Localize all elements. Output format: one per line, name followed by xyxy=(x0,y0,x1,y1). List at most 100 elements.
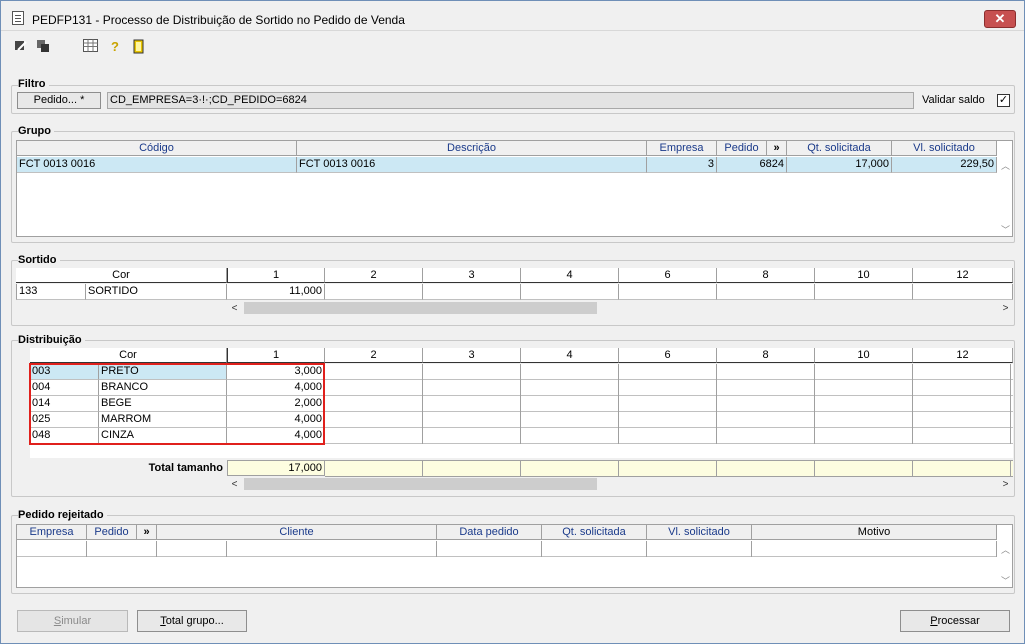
distribuicao-title: Distribuição xyxy=(18,334,85,346)
sortido-v8-cell[interactable] xyxy=(717,284,815,300)
dist-col-8: 8 xyxy=(717,348,815,363)
sortido-scroll-thumb[interactable] xyxy=(244,302,597,314)
sortido-col-4: 4 xyxy=(521,268,619,283)
calendar-grid-icon[interactable] xyxy=(83,39,99,55)
grupo-codigo-cell[interactable]: FCT 0013 0016 xyxy=(17,157,297,173)
grupo-empresa-cell[interactable]: 3 xyxy=(647,157,717,173)
scroll-left-icon[interactable]: < xyxy=(227,477,242,492)
grupo-grid: Código Descrição Empresa Pedido » Qt. so… xyxy=(16,140,1013,237)
col-descricao[interactable]: Descrição xyxy=(297,141,647,156)
close-button[interactable]: ✕ xyxy=(984,10,1016,28)
col-empresa[interactable]: Empresa xyxy=(647,141,717,156)
sortido-col-10: 10 xyxy=(815,268,913,283)
validar-saldo-checkbox[interactable]: ✓ xyxy=(997,94,1010,107)
simular-label: imular xyxy=(61,615,92,627)
rej-col-pedido[interactable]: Pedido xyxy=(87,525,137,540)
sortido-grid: Cor 1 2 3 4 6 8 10 12 133 SORTIDO 11,000… xyxy=(16,268,1013,318)
simular-button[interactable]: Simular xyxy=(17,610,128,632)
document-icon xyxy=(12,11,24,25)
col-pedido[interactable]: Pedido xyxy=(717,141,767,156)
grupo-qt-cell[interactable]: 17,000 xyxy=(787,157,892,173)
processar-button[interactable]: Processar xyxy=(900,610,1010,632)
rej-col-cliente[interactable]: Cliente xyxy=(157,525,437,540)
col-qt-solicitada[interactable]: Qt. solicitada xyxy=(787,141,892,156)
sortido-v1-cell[interactable]: 11,000 xyxy=(227,284,325,300)
arrow-first-icon[interactable] xyxy=(13,39,29,55)
rej-divider xyxy=(646,541,647,557)
scroll-up-icon[interactable]: ︿ xyxy=(998,543,1012,556)
processar-mnemonic: P xyxy=(930,615,938,627)
grupo-title: Grupo xyxy=(18,125,54,137)
rej-col-motivo[interactable]: Motivo xyxy=(752,525,997,540)
rej-col-qt-solicitada[interactable]: Qt. solicitada xyxy=(542,525,647,540)
sortido-v12-cell[interactable] xyxy=(913,284,1013,300)
sortido-col-6: 6 xyxy=(619,268,717,283)
window-title: PEDFP131 - Processo de Distribuição de S… xyxy=(32,13,405,27)
grupo-pedido-cell[interactable]: 6824 xyxy=(717,157,787,173)
col-codigo[interactable]: Código xyxy=(17,141,297,156)
sortido-col-12: 12 xyxy=(913,268,1013,283)
total-v1-cell: 17,000 xyxy=(227,460,325,476)
scroll-down-icon[interactable]: ﹀ xyxy=(998,574,1012,587)
col-vl-solicitado[interactable]: Vl. solicitado xyxy=(892,141,997,156)
scroll-down-icon[interactable]: ﹀ xyxy=(998,223,1012,236)
total-empty-cells xyxy=(325,460,1013,477)
arrow-list-icon[interactable] xyxy=(35,39,51,55)
sortido-col-3: 3 xyxy=(423,268,521,283)
dist-col-1: 1 xyxy=(227,348,325,363)
dist-col-3: 3 xyxy=(423,348,521,363)
grupo-descricao-cell[interactable]: FCT 0013 0016 xyxy=(297,157,647,173)
dist-col-cor: Cor xyxy=(30,348,227,363)
rej-divider xyxy=(156,541,157,557)
dist-col-10: 10 xyxy=(815,348,913,363)
help-icon[interactable]: ? xyxy=(107,39,123,55)
title-bar: PEDFP131 - Processo de Distribuição de S… xyxy=(1,1,1024,31)
dist-col-4: 4 xyxy=(521,348,619,363)
rej-col-data-pedido[interactable]: Data pedido xyxy=(437,525,542,540)
rejeitado-title: Pedido rejeitado xyxy=(18,509,107,521)
dist-col-12: 12 xyxy=(913,348,1013,363)
sortido-name-cell[interactable]: SORTIDO xyxy=(86,284,227,300)
sortido-code-cell[interactable]: 133 xyxy=(16,284,86,300)
rej-divider xyxy=(86,541,87,557)
rejeitado-grid: Empresa Pedido » Cliente Data pedido Qt.… xyxy=(16,524,1013,588)
dist-scroll-thumb[interactable] xyxy=(244,478,597,490)
sortido-v10-cell[interactable] xyxy=(815,284,913,300)
rej-divider xyxy=(226,541,227,557)
sortido-title: Sortido xyxy=(18,254,60,266)
scroll-right-icon[interactable]: > xyxy=(998,301,1013,316)
sortido-v3-cell[interactable] xyxy=(423,284,521,300)
validar-saldo-label: Validar saldo xyxy=(922,94,985,106)
rej-divider xyxy=(751,541,752,557)
scroll-right-icon[interactable]: > xyxy=(998,477,1013,492)
sortido-col-1: 1 xyxy=(227,268,325,283)
sortido-col-2: 2 xyxy=(325,268,423,283)
total-tamanho-label: Total tamanho xyxy=(148,462,223,474)
filtro-title: Filtro xyxy=(18,78,49,90)
dist-blank-row xyxy=(30,444,1013,458)
total-grupo-label: otal grupo... xyxy=(165,615,224,627)
sortido-v2-cell[interactable] xyxy=(325,284,423,300)
sortido-v4-cell[interactable] xyxy=(521,284,619,300)
rej-empty-row[interactable] xyxy=(17,541,997,557)
sortido-col-8: 8 xyxy=(717,268,815,283)
col-expand[interactable]: » xyxy=(767,141,787,156)
scroll-left-icon[interactable]: < xyxy=(227,301,242,316)
dist-col-2: 2 xyxy=(325,348,423,363)
exit-door-icon[interactable] xyxy=(131,39,147,55)
grupo-vl-cell[interactable]: 229,50 xyxy=(892,157,997,173)
pedido-button[interactable]: Pedido... * xyxy=(17,92,101,109)
total-grupo-button[interactable]: Total grupo... xyxy=(137,610,247,632)
rej-col-vl-solicitado[interactable]: Vl. solicitado xyxy=(647,525,752,540)
rej-col-expand[interactable]: » xyxy=(137,525,157,540)
filter-field[interactable]: CD_EMPRESA=3·!·;CD_PEDIDO=6824 xyxy=(107,92,914,109)
sortido-col-cor: Cor xyxy=(16,268,227,283)
scroll-up-icon[interactable]: ︿ xyxy=(998,159,1012,172)
dist-empty-cells[interactable] xyxy=(325,364,1013,444)
sortido-v6-cell[interactable] xyxy=(619,284,717,300)
rej-col-empresa[interactable]: Empresa xyxy=(17,525,87,540)
main-window: PEDFP131 - Processo de Distribuição de S… xyxy=(0,0,1025,644)
dist-hscrollbar[interactable]: < > xyxy=(227,477,1013,492)
sortido-hscrollbar[interactable]: < > xyxy=(227,301,1013,316)
rej-divider xyxy=(436,541,437,557)
